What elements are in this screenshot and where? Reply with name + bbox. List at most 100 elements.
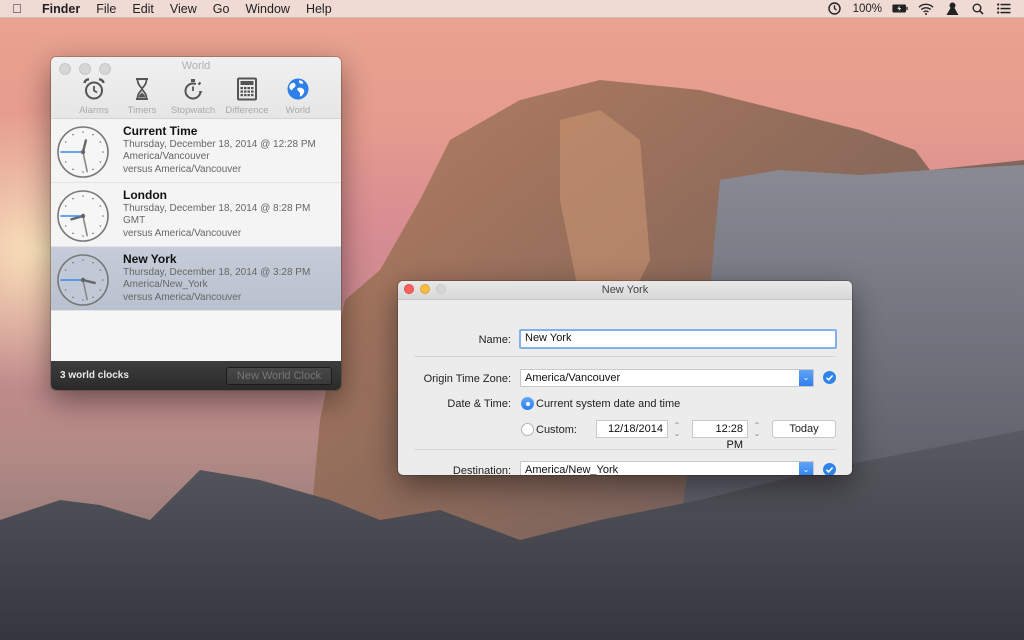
- battery-percent: 100%: [852, 2, 882, 15]
- origin-time-zone-select[interactable]: America/Vancouver ⌄: [520, 369, 814, 387]
- clock-row-current-time[interactable]: Current Time Thursday, December 18, 2014…: [51, 119, 341, 183]
- clock-tick: [99, 141, 102, 143]
- separator: [414, 449, 836, 450]
- dialog-titlebar[interactable]: New York: [398, 281, 852, 300]
- tab-alarms-label: Alarms: [79, 105, 109, 116]
- origin-checkmark-icon[interactable]: [823, 371, 836, 384]
- minimize-button[interactable]: [420, 284, 430, 294]
- clock-datetime: Thursday, December 18, 2014 @ 8:28 PM: [123, 202, 311, 214]
- time-stepper[interactable]: ⌃ ⌄: [752, 421, 762, 439]
- clock-tick: [99, 205, 102, 207]
- clock-tick: [99, 161, 102, 163]
- menu-edit[interactable]: Edit: [124, 2, 162, 16]
- custom-date-field[interactable]: 12/18/2014: [596, 420, 668, 438]
- new-world-clock-button[interactable]: New World Clock: [226, 366, 332, 385]
- menu-app-finder[interactable]: Finder: [34, 2, 88, 16]
- menu-extras: 100%: [827, 2, 1024, 16]
- radio-current-label[interactable]: Current system date and time: [536, 398, 680, 410]
- clock-tick: [72, 261, 74, 264]
- destination-select[interactable]: America/New_York ⌄: [520, 461, 814, 475]
- analog-clock-icon: [57, 190, 109, 242]
- clock-tick: [82, 171, 84, 173]
- tab-alarms[interactable]: Alarms: [72, 77, 116, 116]
- tab-world[interactable]: World: [276, 77, 320, 116]
- clock-row-new-york[interactable]: New York Thursday, December 18, 2014 @ 3…: [51, 247, 341, 311]
- today-button[interactable]: Today: [772, 420, 836, 438]
- menu-view[interactable]: View: [162, 2, 205, 16]
- clock-versus: versus America/Vancouver: [123, 291, 242, 303]
- clock-tick: [82, 235, 84, 237]
- clock-versus: versus America/Vancouver: [123, 227, 242, 239]
- clock-tick: [99, 225, 102, 227]
- zoom-button[interactable]: [436, 284, 446, 294]
- analog-clock-icon: [57, 126, 109, 178]
- wifi-icon[interactable]: [918, 2, 934, 16]
- dialog-title: New York: [601, 284, 649, 296]
- clock-timezone: America/New_York: [123, 279, 208, 290]
- clock-tick: [64, 225, 67, 227]
- toolbar: Alarms Timers Stopwatch Difference World: [51, 77, 341, 116]
- battery-charging-icon[interactable]: [892, 2, 908, 16]
- stopwatch-icon: [184, 79, 203, 100]
- clock-city: London: [123, 188, 167, 202]
- name-label: Name:: [478, 334, 511, 346]
- menu-window[interactable]: Window: [237, 2, 297, 16]
- clock-tick: [82, 299, 84, 301]
- clock-datetime: Thursday, December 18, 2014 @ 12:28 PM: [123, 138, 316, 150]
- spotlight-search-icon[interactable]: [970, 2, 986, 16]
- notification-center-icon[interactable]: [996, 2, 1012, 16]
- name-input[interactable]: New York: [519, 329, 837, 349]
- world-window-titlebar[interactable]: World Alarms Timers Stopwatch Difference…: [51, 57, 341, 119]
- clock-tick: [102, 215, 104, 217]
- chevron-down-icon: ⌄: [799, 370, 813, 386]
- tab-stopwatch[interactable]: Stopwatch: [168, 77, 218, 116]
- clock-tick: [99, 269, 102, 271]
- clock-row-london[interactable]: London Thursday, December 18, 2014 @ 8:2…: [51, 183, 341, 247]
- close-button[interactable]: [404, 284, 414, 294]
- tab-timers[interactable]: Timers: [120, 77, 164, 116]
- clock-tick: [64, 205, 67, 207]
- custom-time-field[interactable]: 12:28 PM: [692, 420, 748, 451]
- destination-checkmark-icon[interactable]: [823, 463, 836, 475]
- radio-custom-label[interactable]: Custom:: [536, 424, 577, 436]
- clock-tick: [92, 133, 94, 136]
- clock-icon[interactable]: [827, 2, 843, 16]
- user-icon[interactable]: [944, 2, 960, 16]
- clock-tick: [102, 151, 104, 153]
- clock-tick: [72, 296, 74, 299]
- clock-city: Current Time: [123, 124, 198, 138]
- clock-timezone: GMT: [123, 215, 146, 226]
- date-time-label: Date & Time:: [447, 398, 511, 410]
- radio-current-system-time[interactable]: [521, 397, 534, 410]
- menu-go[interactable]: Go: [205, 2, 238, 16]
- clock-tick: [92, 296, 94, 299]
- alarm-clock-icon: [83, 78, 105, 100]
- clock-tick: [72, 232, 74, 235]
- world-window: World Alarms Timers Stopwatch Difference…: [51, 57, 341, 390]
- destination-label: Destination:: [452, 465, 511, 475]
- date-stepper[interactable]: ⌃ ⌄: [672, 421, 682, 439]
- menu-bar:  Finder File Edit View Go Window Help 1…: [0, 0, 1024, 18]
- clock-center: [80, 149, 86, 155]
- clock-tick: [92, 168, 94, 171]
- menu-help[interactable]: Help: [298, 2, 340, 16]
- separator: [414, 356, 836, 357]
- menu-file[interactable]: File: [88, 2, 124, 16]
- clock-tick: [92, 232, 94, 235]
- clock-tick: [64, 141, 67, 143]
- origin-time-zone-label: Origin Time Zone:: [423, 373, 511, 385]
- clock-tick: [82, 195, 84, 197]
- tab-difference[interactable]: Difference: [222, 77, 272, 116]
- clock-tick: [72, 197, 74, 200]
- radio-custom[interactable]: [521, 423, 534, 436]
- clock-center: [80, 277, 86, 283]
- calculator-icon: [237, 77, 257, 101]
- clock-tick: [82, 131, 84, 133]
- apple-menu-icon[interactable]: : [0, 1, 34, 16]
- window-title: World: [181, 60, 211, 72]
- dialog-body: Name: New York Origin Time Zone: America…: [398, 300, 852, 475]
- clock-tick: [64, 161, 67, 163]
- destination-value: America/New_York: [525, 464, 619, 475]
- origin-time-zone-value: America/Vancouver: [525, 372, 621, 384]
- clock-count-label: 3 world clocks: [60, 370, 129, 381]
